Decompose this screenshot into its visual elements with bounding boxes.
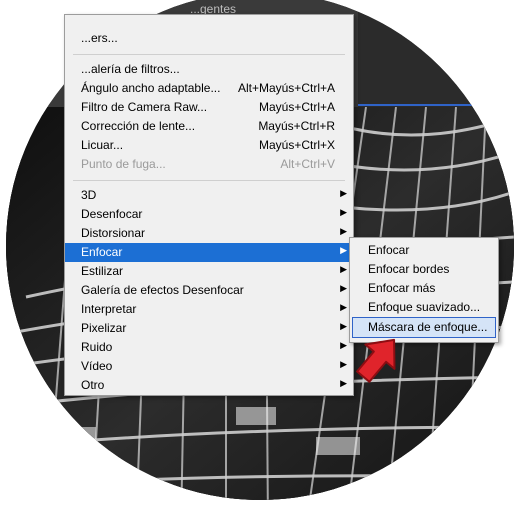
menu-item-liquify[interactable]: Licuar... Mayús+Ctrl+X [65, 136, 353, 155]
submenu-arrow-icon: ▶ [340, 378, 347, 388]
filter-menu: ...ers... ...alería de filtros... Ángulo… [64, 14, 354, 396]
menu-item-lens-correction[interactable]: Corrección de lente... Mayús+Ctrl+R [65, 117, 353, 136]
menu-item-render[interactable]: Interpretar ▶ [65, 300, 353, 319]
menu-item-blur-gallery[interactable]: Galería de efectos Desenfocar ▶ [65, 281, 353, 300]
submenu-arrow-icon: ▶ [340, 302, 347, 312]
submenu-arrow-icon: ▶ [340, 264, 347, 274]
sharpen-submenu: Enfocar Enfocar bordes Enfocar más Enfoq… [349, 237, 499, 343]
submenu-item-sharpen[interactable]: Enfocar [350, 241, 498, 260]
menu-item-3d[interactable]: 3D ▶ [65, 186, 353, 205]
submenu-item-sharpen-more[interactable]: Enfocar más [350, 279, 498, 298]
submenu-arrow-icon: ▶ [340, 340, 347, 350]
menu-separator [73, 180, 345, 181]
document-area [358, 0, 514, 107]
menu-item-last-filter[interactable]: ...ers... [65, 29, 353, 48]
red-arrow-icon [356, 338, 396, 383]
submenu-arrow-icon: ▶ [340, 226, 347, 236]
document-tab-indicator [358, 104, 514, 106]
menu-item-noise[interactable]: Ruido ▶ [65, 338, 353, 357]
submenu-arrow-icon: ▶ [340, 321, 347, 331]
submenu-arrow-icon: ▶ [340, 359, 347, 369]
menu-item-pixelate[interactable]: Pixelizar ▶ [65, 319, 353, 338]
submenu-arrow-icon: ▶ [340, 207, 347, 217]
menu-item-vanishing-point: Punto de fuga... Alt+Ctrl+V [81, 157, 335, 171]
submenu-item-smart-sharpen[interactable]: Enfoque suavizado... [350, 298, 498, 317]
menu-item-adaptive-wide-angle[interactable]: Ángulo ancho adaptable... Alt+Mayús+Ctrl… [65, 79, 353, 98]
submenu-arrow-icon: ▶ [340, 283, 347, 293]
menu-item-other[interactable]: Otro ▶ [65, 376, 353, 395]
menu-item-filter-gallery[interactable]: ...alería de filtros... [65, 60, 353, 79]
submenu-arrow-icon: ▶ [340, 188, 347, 198]
menu-item-sharpen[interactable]: Enfocar ▶ [65, 243, 353, 262]
menu-item-video[interactable]: Vídeo ▶ [65, 357, 353, 376]
submenu-item-sharpen-edges[interactable]: Enfocar bordes [350, 260, 498, 279]
menu-item-stylize[interactable]: Estilizar ▶ [65, 262, 353, 281]
menu-item-camera-raw[interactable]: Filtro de Camera Raw... Mayús+Ctrl+A [65, 98, 353, 117]
menu-item-blur[interactable]: Desenfocar ▶ [65, 205, 353, 224]
menu-separator [73, 54, 345, 55]
submenu-arrow-icon: ▶ [340, 245, 347, 255]
menu-item-distort[interactable]: Distorsionar ▶ [65, 224, 353, 243]
